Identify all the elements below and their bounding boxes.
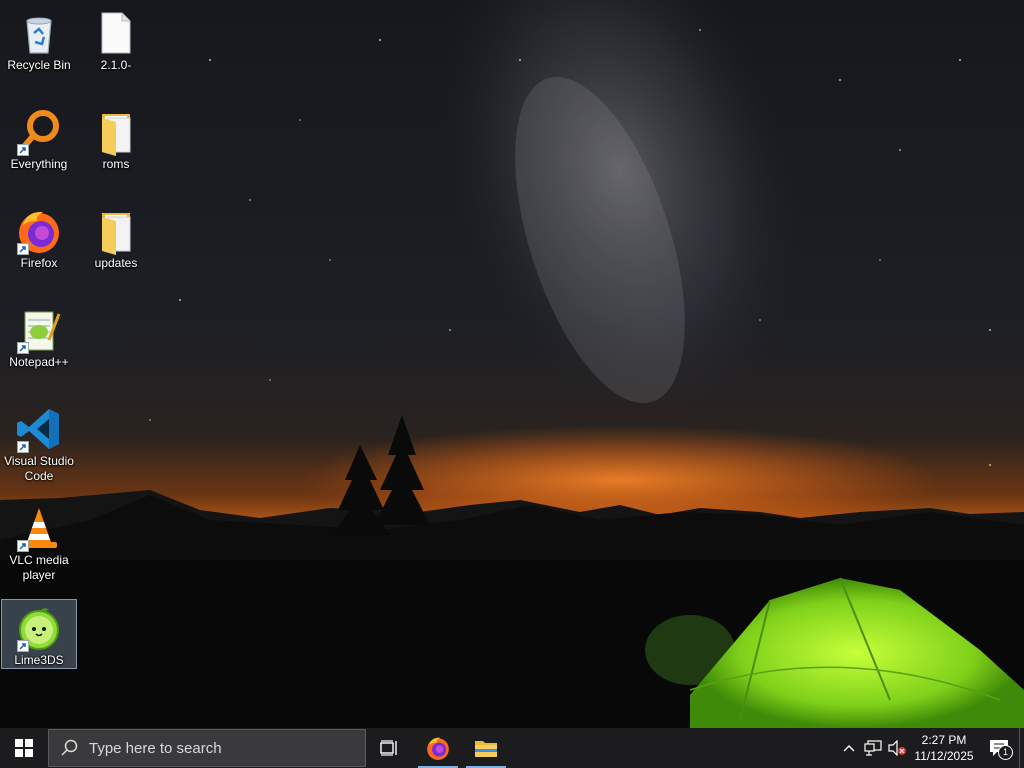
- chevron-up-icon[interactable]: [837, 728, 861, 768]
- desktop-icon-everything[interactable]: Everything: [1, 103, 77, 173]
- taskbar: Type here to search 2:27 PM 11/12/2025 1: [0, 728, 1024, 768]
- shortcut-arrow-icon: [17, 342, 29, 354]
- shortcut-arrow-icon: [17, 640, 29, 652]
- icon-label: updates: [94, 256, 138, 270]
- icon-label: Everything: [10, 157, 68, 171]
- icon-label: Lime3DS: [14, 653, 64, 667]
- icon-label: VLC media player: [9, 553, 69, 582]
- network-icon[interactable]: [861, 728, 885, 768]
- system-tray: 2:27 PM 11/12/2025 1: [837, 728, 1024, 768]
- desktop-icon-vlc[interactable]: VLC media player: [1, 499, 77, 585]
- taskbar-firefox-button[interactable]: [414, 728, 462, 768]
- lime3ds-icon: [15, 604, 63, 652]
- file-icon: [92, 9, 140, 57]
- recycle-bin-icon: [15, 9, 63, 57]
- clock-date: 11/12/2025: [914, 749, 974, 763]
- task-view-button[interactable]: [366, 728, 414, 768]
- taskbar-search-box[interactable]: Type here to search: [48, 729, 366, 767]
- desktop-icon-notepadpp[interactable]: Notepad++: [1, 301, 77, 371]
- show-desktop-button[interactable]: [1019, 728, 1024, 768]
- vlc-icon: [15, 504, 63, 552]
- desktop-icon-roms-folder[interactable]: roms: [78, 103, 154, 173]
- desktop-icon-lime3ds[interactable]: Lime3DS: [1, 599, 77, 669]
- notification-count-badge: 1: [998, 745, 1013, 760]
- shortcut-arrow-icon: [17, 243, 29, 255]
- desktop-icon-firefox[interactable]: Firefox: [1, 202, 77, 272]
- shortcut-arrow-icon: [17, 540, 29, 552]
- icon-label: Recycle Bin: [7, 58, 71, 72]
- icon-label: 2.1.0-4E_ctrt...: [100, 58, 132, 72]
- icon-label: roms: [102, 157, 130, 171]
- task-view-icon: [380, 740, 397, 756]
- icon-label: Firefox: [20, 256, 58, 270]
- desktop-icon-file[interactable]: 2.1.0-4E_ctrt...: [78, 4, 154, 74]
- folder-icon: [92, 207, 140, 255]
- file-explorer-icon: [475, 741, 497, 757]
- firefox-icon: [15, 207, 63, 255]
- shortcut-arrow-icon: [17, 441, 29, 453]
- shortcut-arrow-icon: [17, 144, 29, 156]
- desktop-icon-recycle-bin[interactable]: Recycle Bin: [1, 4, 77, 74]
- everything-search-icon: [15, 108, 63, 156]
- search-icon: [49, 739, 89, 757]
- taskbar-clock[interactable]: 2:27 PM 11/12/2025: [909, 732, 979, 764]
- vscode-icon: [15, 405, 63, 453]
- search-placeholder: Type here to search: [89, 739, 222, 757]
- notepadpp-icon: [15, 306, 63, 354]
- desktop-icon-vscode[interactable]: Visual Studio Code: [1, 400, 77, 486]
- start-button[interactable]: [0, 728, 48, 768]
- windows-start-icon: [15, 739, 33, 757]
- clock-time: 2:27 PM: [921, 733, 967, 747]
- desktop-icon-updates-folder[interactable]: updates: [78, 202, 154, 272]
- icon-label: Notepad++: [9, 355, 69, 369]
- taskbar-file-explorer-button[interactable]: [462, 728, 510, 768]
- folder-icon: [92, 108, 140, 156]
- icon-label: Visual Studio Code: [4, 454, 74, 483]
- action-center-button[interactable]: 1: [979, 728, 1019, 768]
- volume-muted-icon[interactable]: [885, 728, 909, 768]
- firefox-icon: [427, 737, 449, 760]
